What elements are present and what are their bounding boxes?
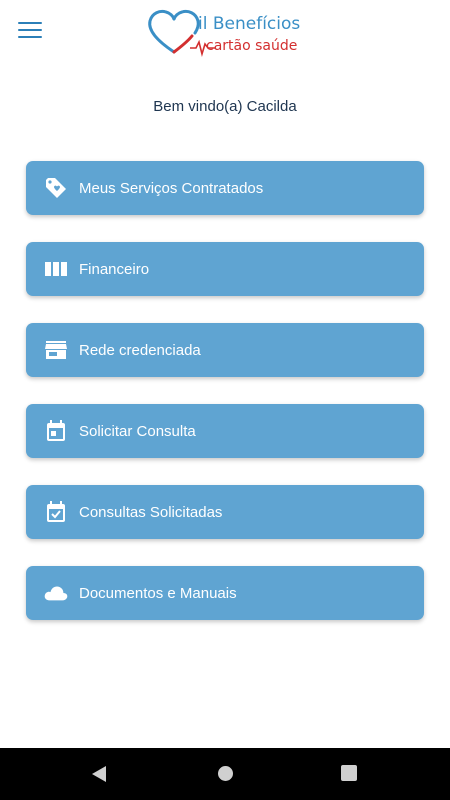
menu-item-label: Rede credenciada — [79, 341, 201, 359]
menu-item-label: Solicitar Consulta — [79, 422, 196, 440]
menu-item-meus-servicos[interactable]: Meus Serviços Contratados — [26, 161, 424, 215]
main-menu: Meus Serviços Contratados Financeiro Red… — [26, 161, 424, 647]
welcome-message: Bem vindo(a) Cacilda — [153, 98, 297, 115]
hamburger-menu-icon[interactable] — [18, 22, 42, 42]
menu-item-label: Documentos e Manuais — [79, 584, 237, 602]
recent-apps-icon[interactable] — [341, 765, 357, 786]
menu-item-label: Financeiro — [79, 260, 150, 278]
menu-item-documentos-manuais[interactable]: Documentos e Manuais — [26, 566, 424, 620]
logo-subtitle: cartão saúde — [206, 38, 298, 54]
cloud-icon — [44, 581, 68, 605]
app-bar: il Benefícios cartão saúde — [0, 0, 450, 64]
columns-icon — [44, 257, 68, 281]
menu-item-label: Meus Serviços Contratados — [79, 179, 264, 197]
brand-logo: il Benefícios cartão saúde — [146, 8, 316, 58]
home-icon[interactable] — [217, 765, 234, 787]
back-icon[interactable] — [91, 765, 107, 788]
calendar-icon — [44, 419, 68, 443]
menu-item-rede-credenciada[interactable]: Rede credenciada — [26, 323, 424, 377]
calendar-check-icon — [44, 500, 68, 524]
system-nav-bar — [0, 748, 450, 800]
menu-item-solicitar-consulta[interactable]: Solicitar Consulta — [26, 404, 424, 458]
logo-title: il Benefícios — [198, 14, 301, 34]
tag-heart-icon — [44, 176, 68, 200]
menu-item-consultas-solicitadas[interactable]: Consultas Solicitadas — [26, 485, 424, 539]
menu-item-financeiro[interactable]: Financeiro — [26, 242, 424, 296]
menu-item-label: Consultas Solicitadas — [79, 503, 223, 521]
store-icon — [44, 338, 68, 362]
